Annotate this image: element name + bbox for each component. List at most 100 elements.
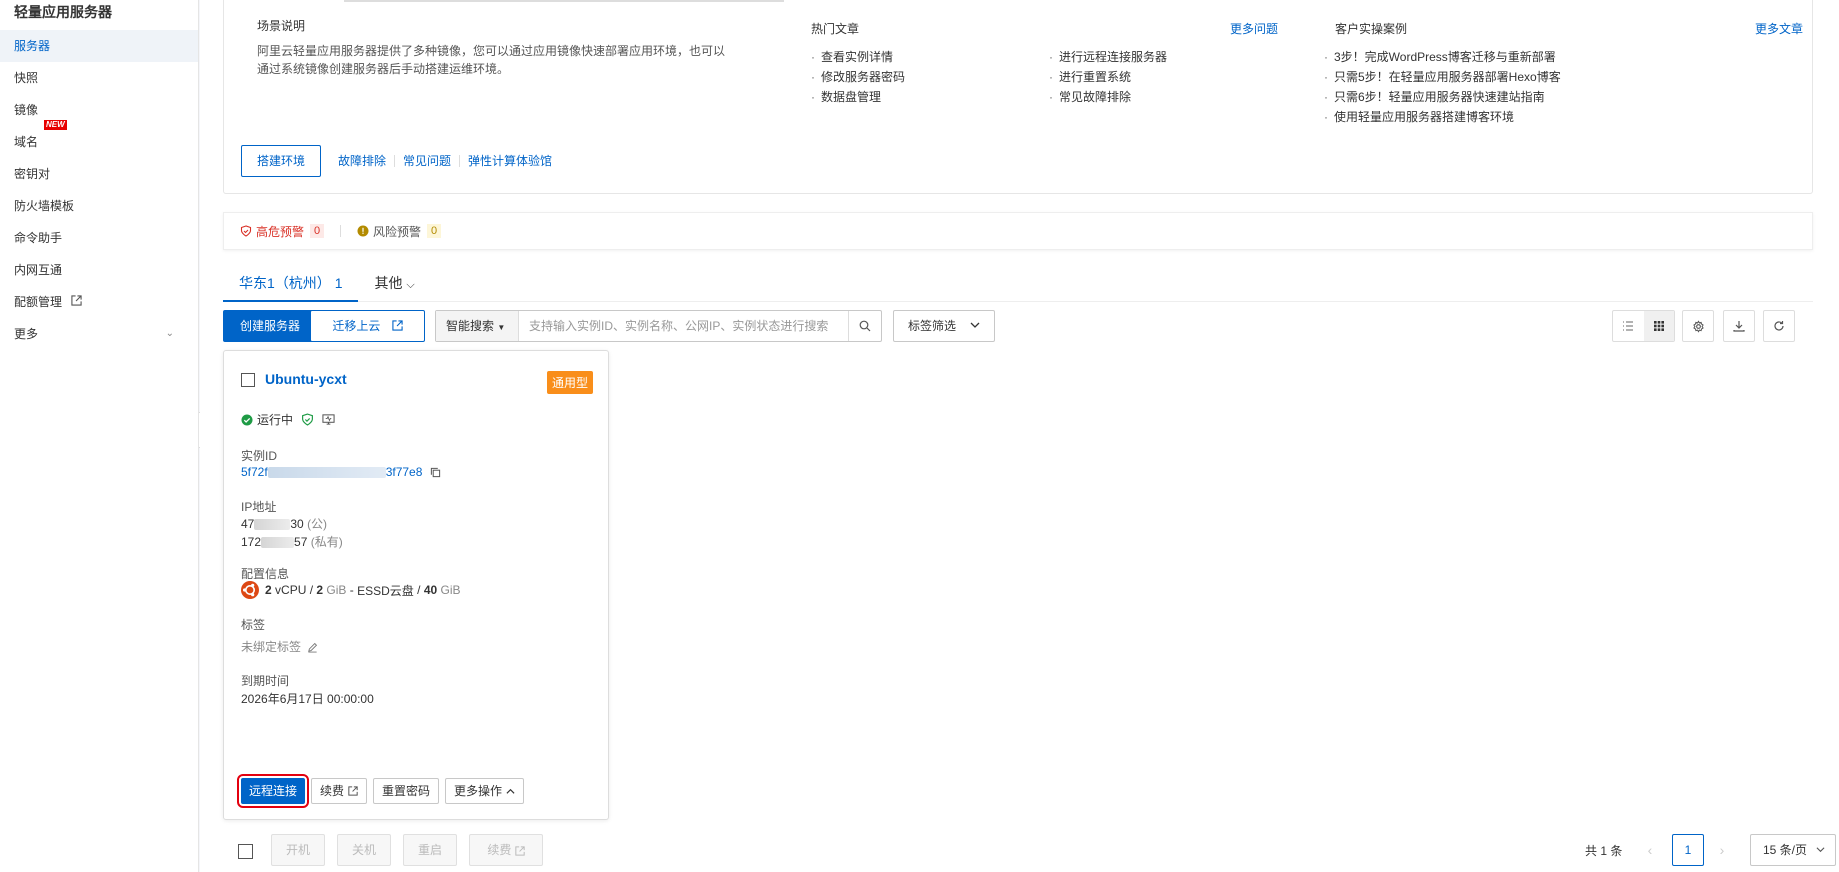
- sidebar-item-label: 内网互通: [14, 263, 63, 277]
- case-link[interactable]: 使用轻量应用服务器搭建博客环境: [1324, 107, 1561, 127]
- sidebar-item-quota[interactable]: 配额管理: [0, 286, 198, 318]
- monitor-icon[interactable]: [322, 413, 335, 426]
- page-number-button[interactable]: 1: [1672, 834, 1704, 866]
- search-input[interactable]: [519, 311, 848, 341]
- page-size-select[interactable]: 15 条/页: [1750, 834, 1836, 866]
- warning-icon: [357, 225, 369, 237]
- tag-filter-select[interactable]: 标签筛选: [893, 310, 995, 342]
- private-ip-note: (私有): [310, 535, 343, 549]
- tab-count: 1: [334, 275, 343, 291]
- article-link[interactable]: 进行重置系统: [1049, 67, 1167, 87]
- more-articles-link[interactable]: 更多文章: [1755, 20, 1803, 37]
- article-link[interactable]: 进行远程连接服务器: [1049, 47, 1167, 67]
- select-all-checkbox[interactable]: [238, 844, 253, 859]
- sidebar-item-keypairs[interactable]: 密钥对: [0, 158, 198, 190]
- power-off-button[interactable]: 关机: [337, 834, 392, 866]
- intro-actions: 搭建环境 故障排除 常见问题 弹性计算体验馆: [241, 145, 560, 177]
- sidebar-item-label: 更多: [14, 327, 39, 341]
- footer-bar: 开机 关机 重启 续费 共 1 条 ‹ 1 › 15 条/页: [223, 834, 1836, 866]
- hot-articles-title: 热门文章: [811, 22, 860, 36]
- chevron-down-icon: [970, 311, 980, 341]
- article-link[interactable]: 常见故障排除: [1049, 87, 1167, 107]
- toolbar: 创建服务器 迁移上云 智能搜索 ▼ 标签筛选: [223, 310, 1813, 342]
- download-icon: [1733, 320, 1745, 332]
- redacted-mask: [254, 519, 291, 531]
- risk-alert[interactable]: 风险预警 0: [357, 223, 442, 240]
- renew-label: 续费: [320, 784, 345, 798]
- faq-link[interactable]: 常见问题: [395, 155, 461, 167]
- scene-title: 场景说明: [257, 19, 306, 33]
- disk-size: 40: [423, 583, 438, 597]
- chevron-up-icon: [506, 787, 515, 796]
- high-risk-count: 0: [310, 224, 325, 238]
- sidebar-item-servers[interactable]: 服务器: [0, 30, 198, 62]
- grid-view-icon[interactable]: [1643, 311, 1674, 341]
- sidebar-item-firewall-templates[interactable]: 防火墙模板: [0, 190, 198, 222]
- sidebar-item-intranet[interactable]: 内网互通: [0, 254, 198, 286]
- caret-down-icon: ▼: [497, 323, 506, 332]
- download-button[interactable]: [1723, 310, 1755, 342]
- instance-card: Ubuntu-ycxt 通用型 运行中 实例ID 5f72f 3f77e8 IP地…: [223, 350, 609, 820]
- restart-button[interactable]: 重启: [403, 834, 458, 866]
- sidebar-item-label: 命令助手: [14, 231, 63, 245]
- public-ip-note: (公): [307, 517, 328, 531]
- article-link[interactable]: 查看实例详情: [811, 47, 905, 67]
- settings-button[interactable]: [1682, 310, 1714, 342]
- ecs-experience-link[interactable]: 弹性计算体验馆: [460, 155, 560, 167]
- remote-connect-button[interactable]: 远程连接: [236, 774, 310, 808]
- tab-hangzhou[interactable]: 华东1（杭州） 1: [223, 272, 359, 302]
- renew-button[interactable]: 续费: [311, 778, 368, 804]
- tab-other[interactable]: 其他 ⌵: [358, 272, 430, 302]
- build-env-button[interactable]: 搭建环境: [241, 145, 322, 177]
- article-link[interactable]: 数据盘管理: [811, 87, 905, 107]
- alerts-bar: 高危预警 0 风险预警 0: [223, 212, 1813, 250]
- migrate-button[interactable]: 迁移上云: [310, 310, 425, 342]
- refresh-button[interactable]: [1763, 310, 1795, 342]
- sidebar-item-command-assistant[interactable]: 命令助手: [0, 222, 198, 254]
- troubleshoot-link[interactable]: 故障排除: [330, 155, 396, 167]
- search-mode-label: 智能搜索: [446, 319, 495, 333]
- sidebar-item-more[interactable]: 更多 ⌄: [0, 318, 198, 350]
- cases-list: 3步！完成WordPress博客迁移与重新部署 只需5步！在轻量应用服务器部署H…: [1324, 47, 1561, 127]
- list-view-icon[interactable]: [1613, 311, 1644, 341]
- copy-icon[interactable]: [430, 467, 441, 478]
- sidebar-item-domains[interactable]: 域名 NEW: [0, 120, 198, 158]
- tags-value: 未绑定标签: [241, 638, 318, 655]
- chevron-down-icon: ⌵: [406, 279, 415, 291]
- region-tabs: 华东1（杭州） 1 其他 ⌵: [223, 272, 1813, 302]
- prev-page-icon[interactable]: ‹: [1638, 834, 1662, 866]
- expire-value: 2026年6月17日 00:00:00: [241, 692, 374, 706]
- batch-renew-button[interactable]: 续费: [469, 834, 543, 866]
- status-row: 运行中: [241, 411, 335, 428]
- check-circle-icon: [241, 414, 253, 426]
- sidebar-item-label: 服务器: [14, 39, 51, 53]
- instance-checkbox[interactable]: [241, 373, 255, 387]
- high-risk-alert[interactable]: 高危预警 0: [240, 223, 325, 240]
- search-mode-select[interactable]: 智能搜索 ▼: [436, 311, 519, 341]
- reset-password-button[interactable]: 重置密码: [373, 778, 440, 804]
- case-link[interactable]: 3步！完成WordPress博客迁移与重新部署: [1324, 47, 1561, 67]
- more-questions-link[interactable]: 更多问题: [1230, 20, 1278, 37]
- shield-check-icon[interactable]: [301, 413, 314, 426]
- memory-size: 2: [316, 583, 324, 597]
- high-risk-label: 高危预警: [256, 224, 305, 239]
- sidebar-item-label: 域名: [14, 135, 39, 149]
- case-link[interactable]: 只需5步！在轻量应用服务器部署Hexo博客: [1324, 67, 1561, 87]
- next-page-icon[interactable]: ›: [1710, 834, 1734, 866]
- sidebar-item-snapshots[interactable]: 快照: [0, 62, 198, 94]
- ubuntu-logo-icon: [241, 581, 259, 599]
- more-actions-button[interactable]: 更多操作: [445, 778, 525, 804]
- edit-icon[interactable]: [307, 642, 318, 653]
- article-link[interactable]: 修改服务器密码: [811, 67, 905, 87]
- tags-label: 标签: [241, 618, 266, 632]
- instance-name-link[interactable]: Ubuntu-ycxt: [265, 371, 347, 387]
- redacted-mask: [267, 467, 386, 479]
- sidebar-item-images[interactable]: 镜像: [0, 94, 198, 126]
- create-server-button[interactable]: 创建服务器: [223, 310, 318, 342]
- case-link[interactable]: 只需6步！轻量应用服务器快速建站指南: [1324, 87, 1561, 107]
- search-button[interactable]: [848, 311, 881, 341]
- cases-title: 客户实操案例: [1335, 22, 1408, 36]
- instance-id-suffix: 3f77e8: [385, 465, 423, 479]
- hot-articles-list-1: 查看实例详情 修改服务器密码 数据盘管理: [811, 47, 905, 107]
- power-on-button[interactable]: 开机: [271, 834, 326, 866]
